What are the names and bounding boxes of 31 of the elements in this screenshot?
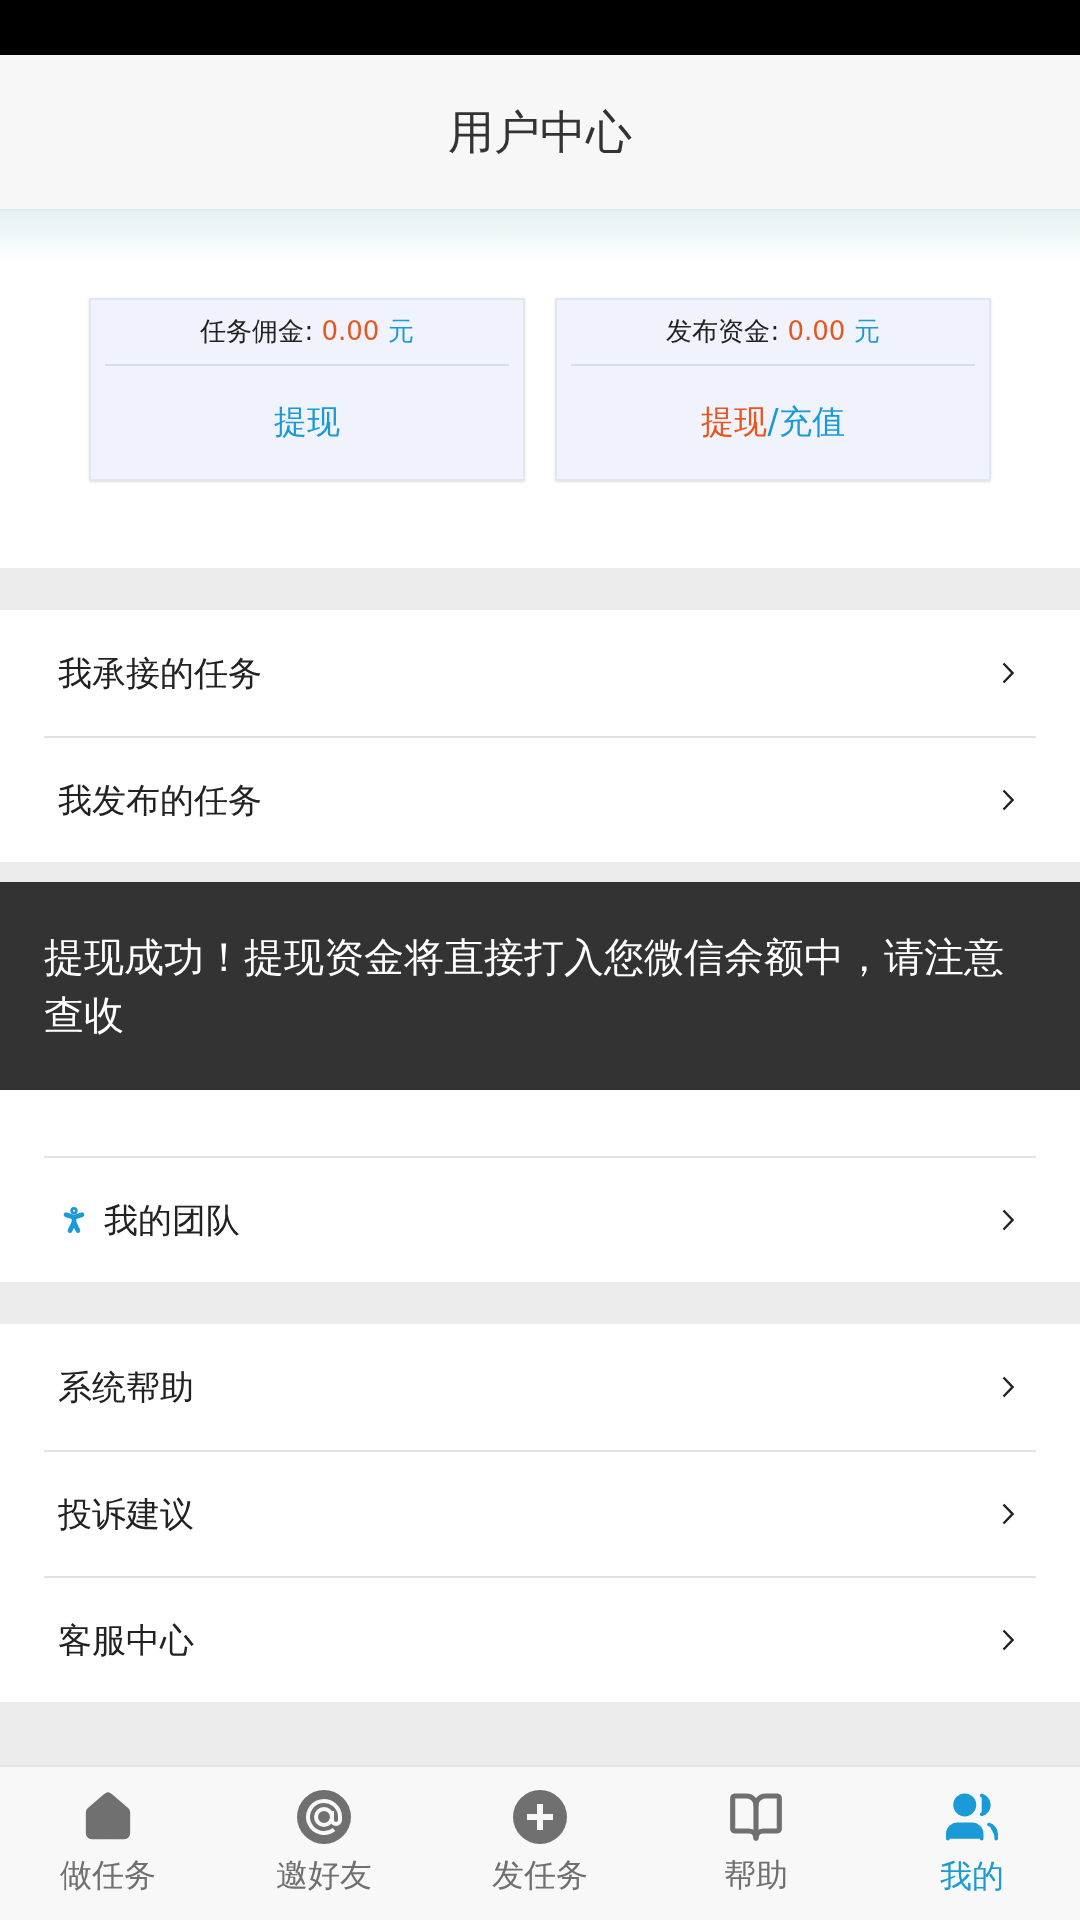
- at-icon: [296, 1788, 352, 1845]
- menu-row[interactable]: 我发布的任务: [44, 736, 1036, 862]
- chevron-right-icon: [1002, 1503, 1014, 1525]
- chevron-right-icon: [1002, 1629, 1014, 1651]
- menu-row[interactable]: 系统帮助: [44, 1324, 1036, 1450]
- chevron-right-icon: [1002, 1376, 1014, 1398]
- plus-icon: [512, 1788, 568, 1845]
- menu-label: 客服中心: [58, 1618, 194, 1662]
- menu-label: 我的团队: [104, 1198, 240, 1242]
- page-title: 用户中心: [448, 103, 632, 161]
- chevron-right-icon: [1002, 789, 1014, 811]
- tab[interactable]: 发任务: [432, 1767, 648, 1920]
- chevron-right-icon: [1002, 662, 1014, 684]
- withdraw-button[interactable]: 提现/充值: [701, 397, 845, 447]
- menu-row[interactable]: 我承接的任务: [44, 610, 1036, 736]
- tab[interactable]: 做任务: [0, 1767, 216, 1920]
- menu-label: 我承接的任务: [58, 651, 262, 695]
- withdraw-button[interactable]: 提现: [274, 397, 340, 447]
- menu-row[interactable]: 客服中心: [44, 1576, 1036, 1702]
- menu-label: 系统帮助: [58, 1365, 194, 1409]
- menu-label: 我发布的任务: [58, 778, 262, 822]
- menu-label: 投诉建议: [58, 1492, 194, 1536]
- menu-row[interactable]: 投诉建议: [44, 1450, 1036, 1576]
- chevron-right-icon: [1002, 1209, 1014, 1231]
- tab[interactable]: 帮助: [648, 1767, 864, 1920]
- balance-label: 发布资金: 0.00 元: [666, 315, 880, 348]
- message-toast: 提现成功！提现资金将直接打入您微信余额中，请注意查收: [0, 882, 1080, 1090]
- tab[interactable]: 我的: [864, 1767, 1080, 1920]
- tab[interactable]: 邀好友: [216, 1767, 432, 1920]
- menu-row[interactable]: 我的团队: [44, 1156, 1036, 1282]
- balance-label: 任务佣金: 0.00 元: [200, 315, 414, 348]
